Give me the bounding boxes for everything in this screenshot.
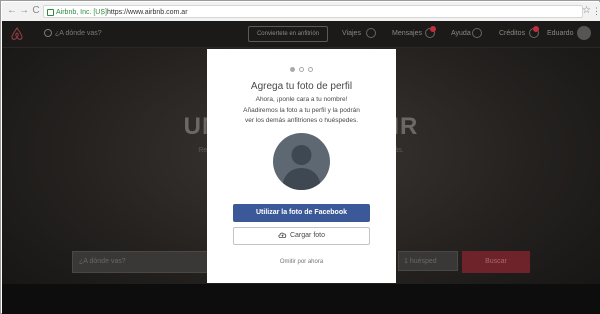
guests-select[interactable]: 1 huésped (398, 251, 458, 271)
nav-trips[interactable]: Viajes (342, 30, 361, 37)
upload-photo-label: Cargar foto (289, 232, 326, 239)
modal-description-line: Añadiremos la foto a tu perfil y la podr… (243, 106, 360, 114)
destination-placeholder: ¿A dónde vas? (79, 258, 126, 265)
become-host-button[interactable]: Conviertete en anfitrión (248, 26, 328, 42)
user-avatar[interactable] (577, 26, 591, 40)
modal-description-line: Ahora, ¡ponle cara a tu nombre! (255, 96, 348, 103)
search-button[interactable]: Buscar (462, 251, 530, 273)
upload-photo-button[interactable]: Cargar foto (233, 227, 370, 245)
browser-toolbar: ← → C Airbnb, Inc. [US] | https://www.ai… (2, 2, 600, 22)
profile-photo-modal: Agrega tu foto de perfil Ahora, ¡ponle c… (207, 49, 396, 283)
nav-credits[interactable]: Créditos (499, 30, 525, 37)
trips-icon (366, 28, 376, 38)
browser-window: ← → C Airbnb, Inc. [US] | https://www.ai… (0, 0, 600, 314)
nav-messages[interactable]: Mensajes (392, 30, 422, 37)
forward-icon[interactable]: → (18, 5, 30, 17)
step-dot (290, 67, 295, 72)
step-dot (299, 67, 304, 72)
airbnb-logo-icon[interactable] (10, 27, 24, 41)
reload-icon[interactable]: C (30, 5, 42, 17)
search-icon (44, 29, 52, 37)
messages-badge (430, 26, 436, 32)
step-dot (308, 67, 313, 72)
site-header: ¿A dónde vas? Conviertete en anfitrión V… (2, 21, 600, 48)
header-search-input[interactable]: ¿A dónde vas? (44, 29, 102, 37)
use-facebook-photo-button[interactable]: Utilizar la foto de Facebook (233, 204, 370, 222)
lower-section (2, 284, 600, 314)
cloud-upload-icon (278, 232, 287, 239)
header-search-placeholder: ¿A dónde vas? (55, 29, 102, 37)
address-bar[interactable]: Airbnb, Inc. [US] | https://www.airbnb.c… (43, 5, 583, 18)
back-icon[interactable]: ← (6, 5, 18, 17)
modal-description-line: ver los demás anfitriones o huéspedes. (244, 117, 359, 124)
skip-link[interactable]: Omitir por ahora (207, 259, 396, 265)
modal-title: Agrega tu foto de perfil (250, 81, 353, 92)
modal-description: Ahora, ¡ponle cara a tu nombre! Añadirem… (217, 95, 386, 127)
url-text: https://www.airbnb.com.ar (107, 9, 188, 16)
bookmark-star-icon[interactable]: ☆ (582, 6, 591, 16)
help-icon (472, 28, 482, 38)
nav-user-name[interactable]: Eduardo (547, 30, 573, 37)
nav-help[interactable]: Ayuda (451, 30, 471, 37)
credits-badge (533, 26, 539, 32)
secure-label: Airbnb, Inc. [US] (56, 9, 107, 16)
address-separator: | (101, 9, 103, 16)
browser-menu-icon[interactable]: ⋮ (592, 6, 600, 16)
lock-icon (47, 9, 54, 16)
default-avatar-icon (273, 133, 330, 190)
